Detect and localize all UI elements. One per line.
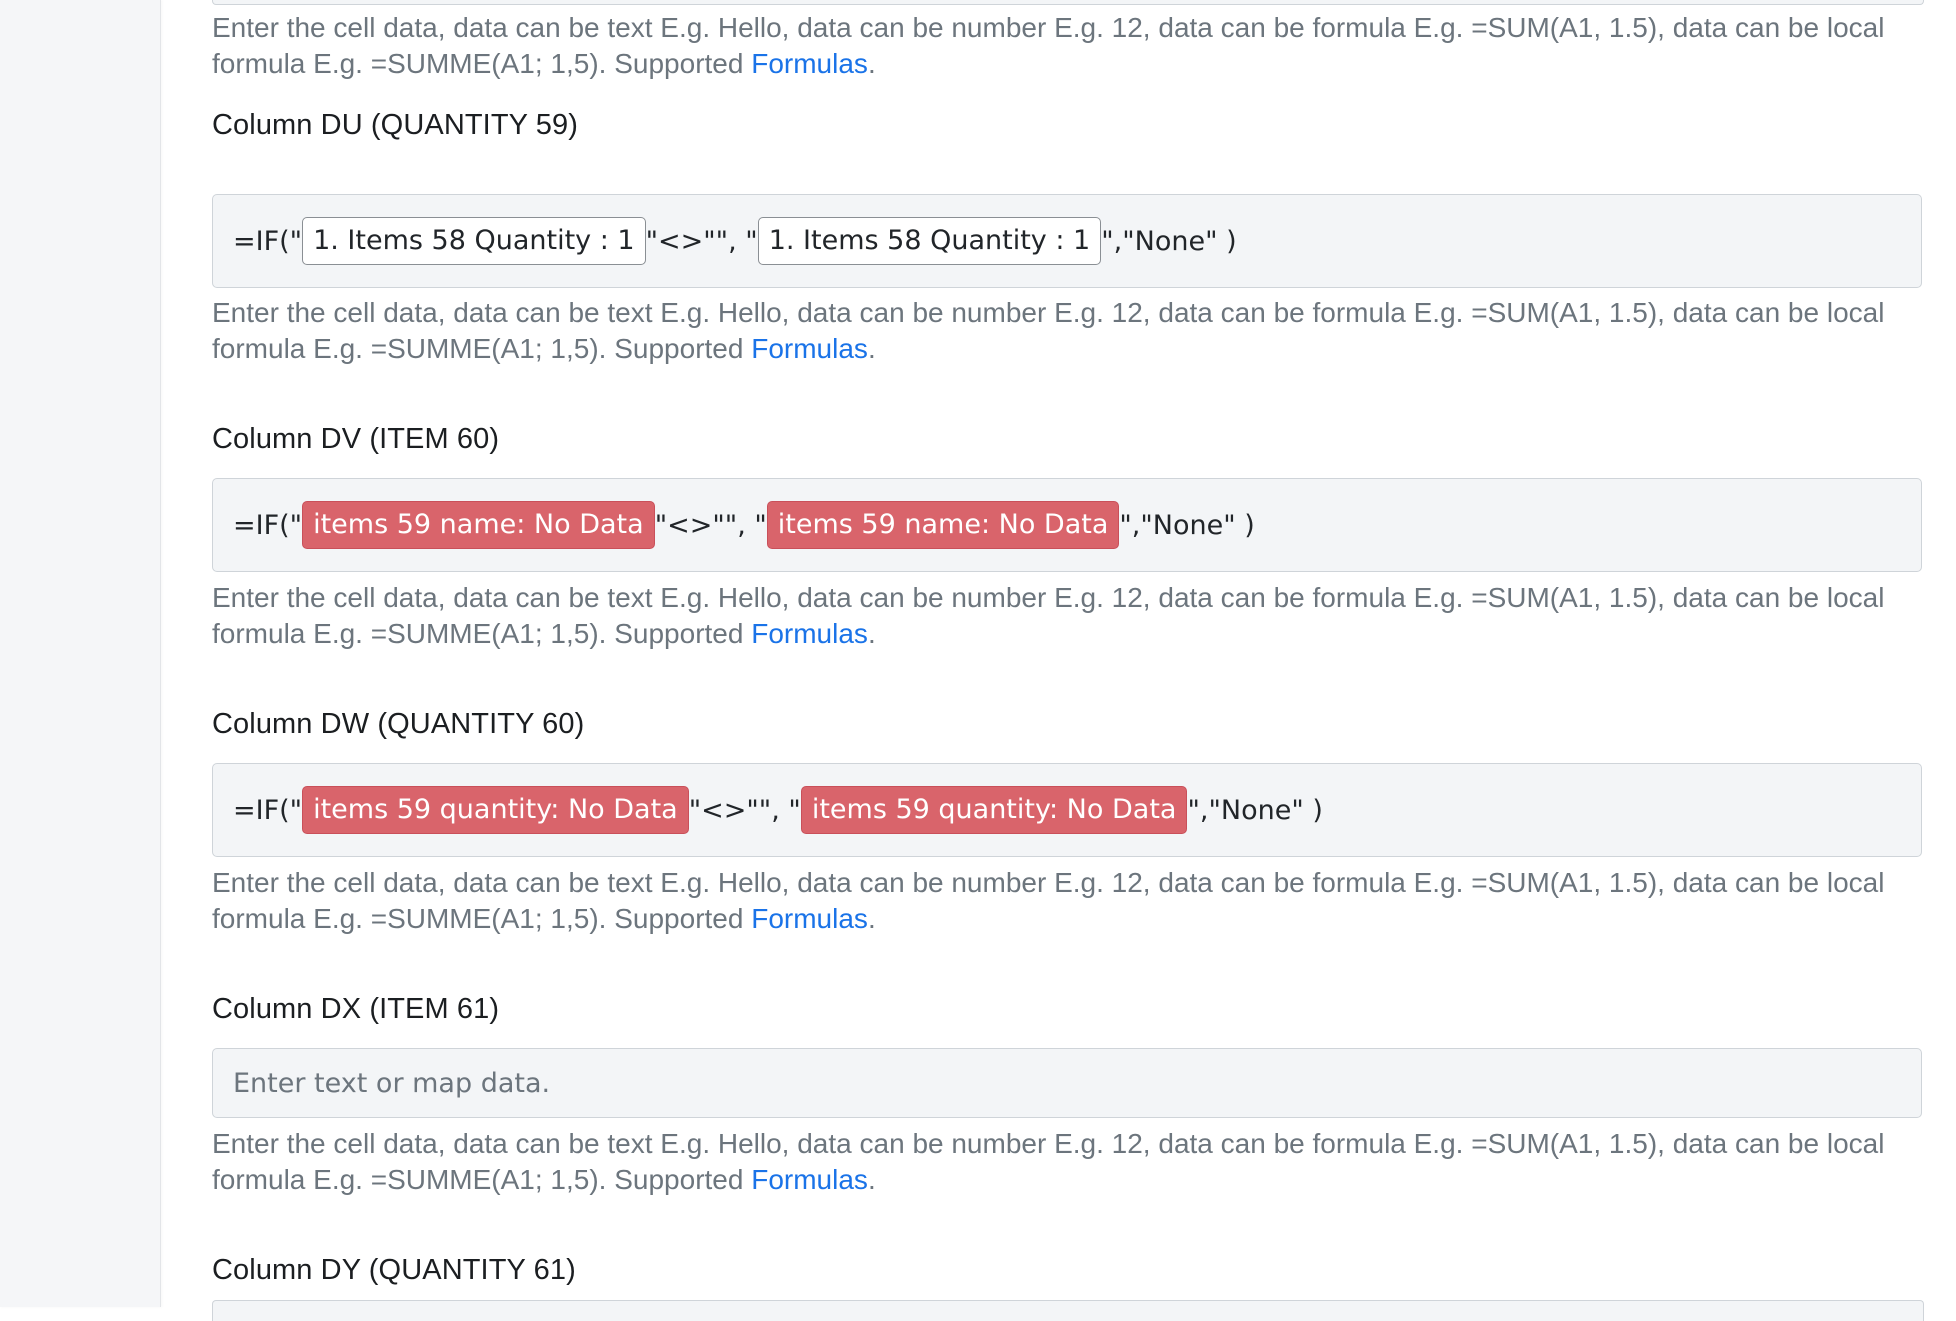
left-sidebar — [0, 0, 161, 1307]
no-data-chip[interactable]: items 59 name: No Data — [766, 501, 1120, 549]
next-field-box[interactable] — [212, 1300, 1924, 1321]
help-text: Enter the cell data, data can be text E.… — [212, 582, 1885, 649]
formula-field-dw[interactable]: =IF(" items 59 quantity: No Data "<>"", … — [212, 763, 1922, 857]
formulas-link[interactable]: Formulas — [751, 618, 868, 649]
field-label-du: Column DU (QUANTITY 59) — [212, 109, 578, 141]
help-text: Enter the cell data, data can be text E.… — [212, 297, 1885, 364]
field-label-dv: Column DV (ITEM 60) — [212, 423, 500, 455]
data-chip[interactable]: 1. Items 58 Quantity : 1 — [757, 217, 1102, 265]
formulas-link[interactable]: Formulas — [751, 333, 868, 364]
formula-field-dv[interactable]: =IF(" items 59 name: No Data "<>"", " it… — [212, 478, 1922, 572]
no-data-chip[interactable]: items 59 name: No Data — [302, 501, 655, 549]
text-input-dx[interactable] — [212, 1048, 1922, 1118]
field-label-dw: Column DW (QUANTITY 60) — [212, 708, 585, 740]
no-data-chip[interactable]: items 59 quantity: No Data — [302, 786, 689, 834]
help-text: Enter the cell data, data can be text E.… — [212, 867, 1885, 934]
formulas-link[interactable]: Formulas — [751, 48, 868, 79]
no-data-chip[interactable]: items 59 quantity: No Data — [800, 786, 1188, 834]
form-content: Enter the cell data, data can be text E.… — [212, 0, 1924, 1321]
field-label-dx: Column DX (ITEM 61) — [212, 993, 500, 1025]
help-text: Enter the cell data, data can be text E.… — [212, 12, 1885, 79]
formulas-link[interactable]: Formulas — [751, 1164, 868, 1195]
formulas-link[interactable]: Formulas — [751, 903, 868, 934]
data-chip[interactable]: 1. Items 58 Quantity : 1 — [302, 217, 646, 265]
previous-field-box[interactable] — [212, 0, 1924, 5]
formula-field-du[interactable]: =IF(" 1. Items 58 Quantity : 1 "<>"", " … — [212, 194, 1922, 288]
help-text: Enter the cell data, data can be text E.… — [212, 1128, 1885, 1195]
field-label-dy: Column DY (QUANTITY 61) — [212, 1254, 576, 1286]
